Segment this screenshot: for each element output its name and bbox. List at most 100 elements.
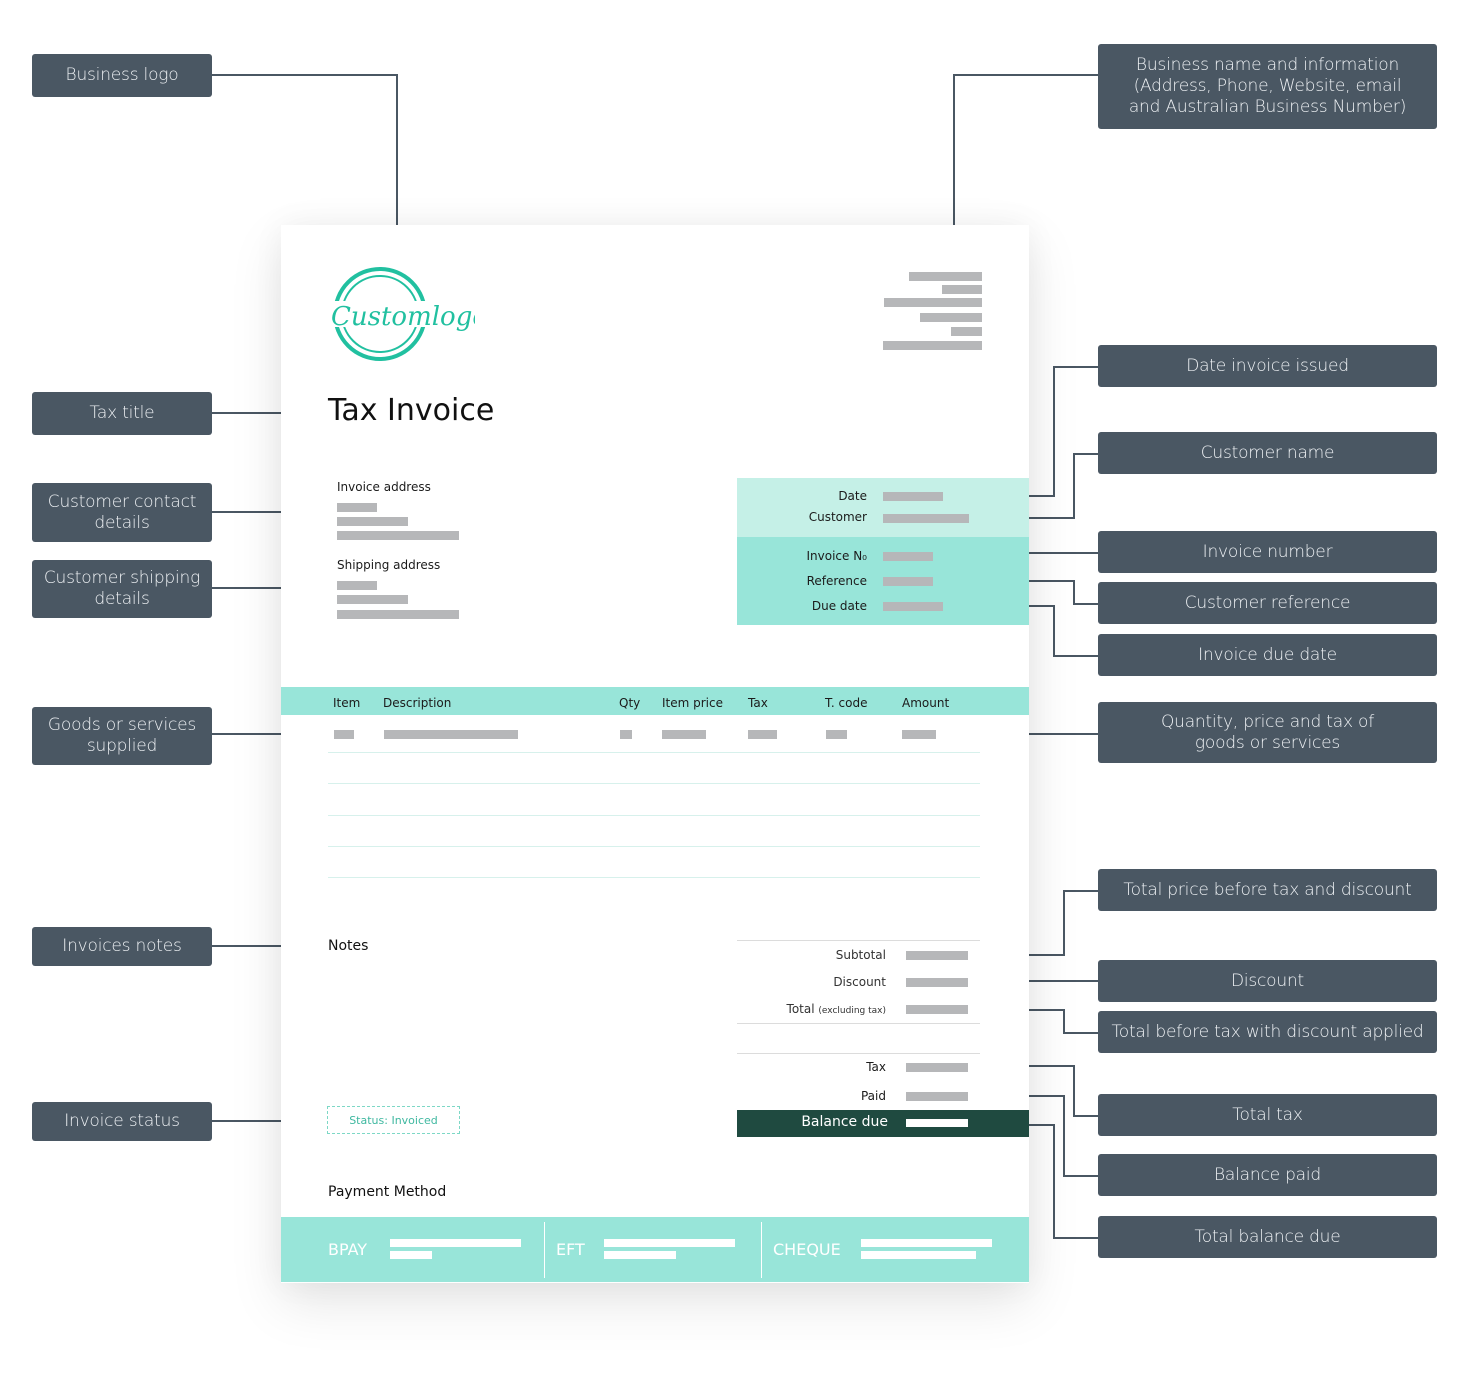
callout-total-before-tax-discount: Total price before tax and discount: [1098, 869, 1437, 911]
payment-method-label: Payment Method: [328, 1184, 447, 1200]
shipping-address-label: Shipping address: [337, 558, 441, 572]
payment-divider: [544, 1222, 545, 1278]
payment-method-bpay: BPAY: [328, 1240, 368, 1259]
column-header-tax: Tax: [748, 696, 768, 710]
callout-customer-name: Customer name: [1098, 432, 1437, 474]
balance-due-label: Balance due: [801, 1114, 888, 1130]
payment-method-cheque: CHEQUE: [773, 1240, 841, 1259]
address-line: [337, 517, 408, 526]
subtotal-label: Subtotal: [835, 948, 886, 962]
callout-total-with-discount: Total before tax with discount applied: [1098, 1011, 1437, 1053]
column-header-qty: Qty: [619, 696, 641, 710]
business-logo: Customlogo: [329, 267, 488, 363]
totals-divider: [737, 1053, 980, 1054]
address-line: [337, 531, 459, 540]
payment-methods-band: BPAY EFT CHEQUE: [281, 1217, 1029, 1282]
cell-item: [334, 730, 354, 739]
payment-method-eft: EFT: [556, 1240, 585, 1259]
callout-invoice-status: Invoice status: [32, 1102, 212, 1141]
total-label-text: Total: [786, 1002, 815, 1016]
date-value: [883, 492, 943, 501]
row-divider: [328, 783, 980, 784]
callout-total-balance-due: Total balance due: [1098, 1216, 1437, 1258]
total-excl-tax-value: [906, 1005, 968, 1014]
callout-customer-reference: Customer reference: [1098, 582, 1437, 624]
reference-label: Reference: [806, 574, 867, 588]
callout-invoice-due-date: Invoice due date: [1098, 634, 1437, 676]
invoice-number-label: Invoice N₀: [806, 549, 867, 563]
customer-label: Customer: [808, 510, 867, 524]
date-label: Date: [838, 489, 867, 503]
business-info-line: [909, 272, 982, 281]
total-excl-tax-label: Total (excluding tax): [737, 1002, 886, 1016]
column-header-item: Item: [333, 696, 361, 710]
eft-detail: [604, 1239, 735, 1247]
subtotal-value: [906, 951, 968, 960]
connector-business-info: [953, 74, 1098, 241]
business-info-line: [942, 285, 982, 294]
paid-label: Paid: [860, 1089, 886, 1103]
callout-discount: Discount: [1098, 960, 1437, 1002]
connector-business-logo: [212, 74, 398, 241]
cell-description: [384, 730, 518, 739]
due-date-value: [883, 602, 943, 611]
callout-balance-paid: Balance paid: [1098, 1154, 1437, 1196]
callout-invoice-number: Invoice number: [1098, 531, 1437, 573]
reference-value: [883, 577, 933, 586]
balance-due-value: [906, 1119, 968, 1127]
callout-total-tax: Total tax: [1098, 1094, 1437, 1136]
customer-value: [883, 514, 969, 523]
notes-label: Notes: [328, 938, 369, 954]
callout-business-info: Business name and information (Address, …: [1098, 44, 1437, 129]
row-divider: [328, 846, 980, 847]
column-header-amount: Amount: [902, 696, 950, 710]
totals-divider: [737, 940, 980, 941]
address-line: [337, 581, 377, 590]
totals-divider: [737, 1023, 980, 1024]
bpay-detail: [390, 1239, 521, 1247]
discount-value: [906, 978, 968, 987]
total-note: (excluding tax): [818, 1006, 886, 1016]
balance-due-row: Balance due: [737, 1110, 1029, 1137]
cell-tax-code: [826, 730, 847, 739]
business-info-line: [884, 298, 982, 307]
custom-logo-icon: Customlogo: [329, 267, 488, 361]
cell-tax: [748, 730, 777, 739]
invoice-title: Tax Invoice: [328, 393, 495, 428]
business-info-line: [920, 313, 982, 322]
callout-business-logo: Business logo: [32, 54, 212, 97]
column-header-description: Description: [383, 696, 452, 710]
row-divider: [328, 815, 980, 816]
callout-invoice-notes: Invoices notes: [32, 927, 212, 966]
callout-date-issued: Date invoice issued: [1098, 345, 1437, 387]
callout-goods-services: Goods or services supplied: [32, 707, 212, 765]
tax-label: Tax: [866, 1060, 886, 1074]
callout-customer-contact: Customer contact details: [32, 483, 212, 542]
payment-divider: [761, 1222, 762, 1278]
eft-detail: [604, 1251, 676, 1259]
business-info-line: [951, 327, 982, 336]
address-line: [337, 610, 459, 619]
column-header-tax-code: T. code: [825, 696, 868, 710]
meta-box-top: [737, 478, 1029, 537]
callout-qty-price-tax: Quantity, price and tax of goods or serv…: [1098, 702, 1437, 763]
discount-label: Discount: [833, 975, 886, 989]
callout-customer-shipping: Customer shipping details: [32, 560, 212, 618]
tax-value: [906, 1063, 968, 1072]
bpay-detail: [390, 1251, 432, 1259]
address-line: [337, 595, 408, 604]
column-header-item-price: Item price: [662, 696, 723, 710]
invoice-number-value: [883, 552, 933, 561]
callout-tax-title: Tax title: [32, 392, 212, 435]
cheque-detail: [861, 1251, 976, 1259]
cell-qty: [620, 730, 632, 739]
address-line: [337, 503, 377, 512]
row-divider: [328, 877, 980, 878]
cheque-detail: [861, 1239, 992, 1247]
cell-amount: [902, 730, 936, 739]
invoice-document: Customlogo Tax Invoice Invoice address S…: [281, 225, 1029, 1283]
invoice-address-label: Invoice address: [337, 480, 431, 494]
items-table-header: Item Description Qty Item price Tax T. c…: [281, 687, 1029, 715]
status-badge: Status: Invoiced: [327, 1106, 460, 1134]
cell-item-price: [662, 730, 706, 739]
